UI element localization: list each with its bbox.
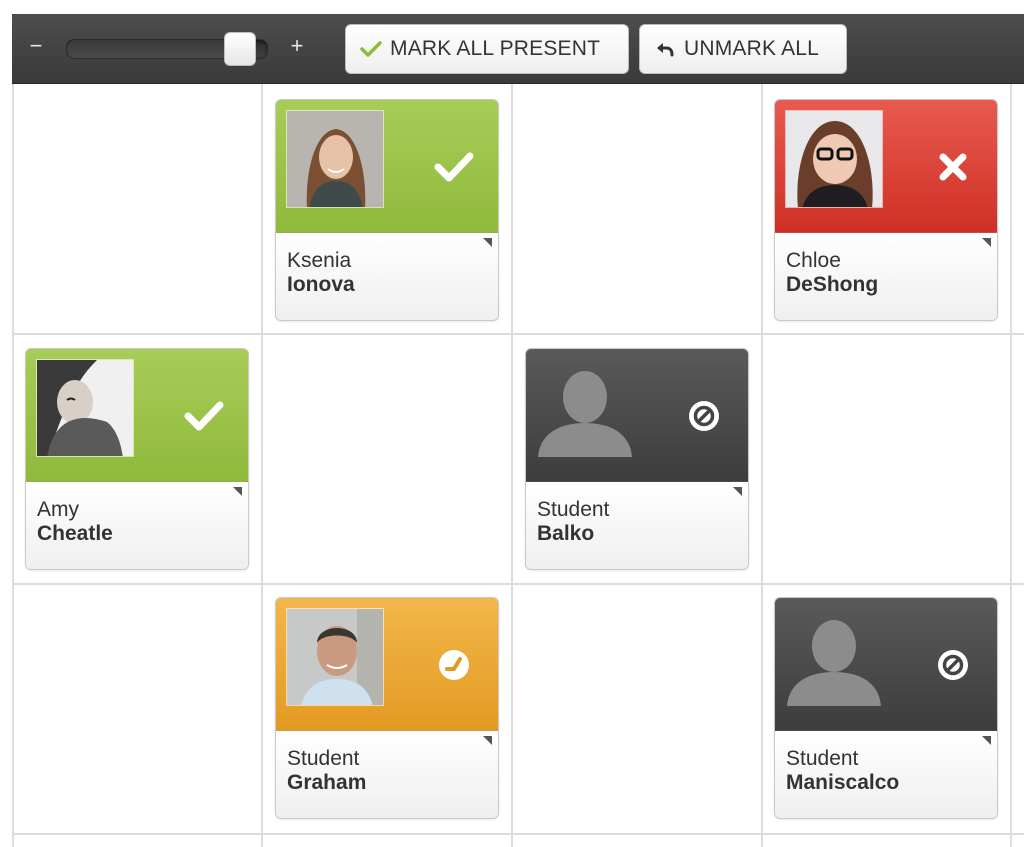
student-first-name: Student	[537, 498, 610, 521]
student-last-name: Balko	[537, 522, 595, 545]
student-photo	[286, 608, 384, 706]
student-first-name: Student	[786, 747, 859, 770]
student-last-name: Cheatle	[37, 522, 113, 545]
card-status-area[interactable]	[26, 349, 248, 482]
corner-flag-icon[interactable]	[483, 736, 492, 745]
student-last-name: DeShong	[786, 273, 879, 296]
student-photo	[36, 359, 134, 457]
card-status-area[interactable]	[526, 349, 748, 482]
student-card-maniscalco[interactable]: Student Maniscalco	[774, 597, 998, 819]
check-icon	[360, 38, 382, 60]
card-status-area[interactable]	[775, 100, 997, 233]
student-card-cheatle[interactable]: Amy Cheatle	[25, 348, 249, 570]
no-entry-icon	[682, 398, 726, 434]
student-first-name: Amy	[37, 498, 79, 521]
unmark-all-label: UNMARK ALL	[684, 37, 820, 60]
corner-flag-icon[interactable]	[982, 736, 991, 745]
student-card-deshong[interactable]: Chloe DeShong	[774, 99, 998, 321]
card-name-area[interactable]: Amy Cheatle	[26, 482, 248, 569]
zoom-out-button[interactable]: −	[26, 34, 46, 58]
unmark-all-button[interactable]: UNMARK ALL	[639, 24, 847, 74]
mark-all-present-button[interactable]: MARK ALL PRESENT	[345, 24, 629, 74]
card-status-area[interactable]	[276, 598, 498, 731]
card-name-area[interactable]: Student Balko	[526, 482, 748, 569]
student-first-name: Ksenia	[287, 249, 352, 272]
card-name-area[interactable]: Student Graham	[276, 731, 498, 818]
corner-flag-icon[interactable]	[982, 238, 991, 247]
undo-arrow-icon	[654, 38, 676, 60]
card-name-area[interactable]: Student Maniscalco	[775, 731, 997, 818]
card-status-area[interactable]	[276, 100, 498, 233]
student-photo	[286, 110, 384, 208]
student-photo	[785, 110, 883, 208]
student-last-name: Graham	[287, 771, 367, 794]
student-card-ionova[interactable]: Ksenia Ionova	[275, 99, 499, 321]
student-last-name: Maniscalco	[786, 771, 900, 794]
corner-flag-icon[interactable]	[483, 238, 492, 247]
seating-grid: Ksenia Ionova Chloe DeShong Amy Cheatle …	[12, 84, 1024, 847]
card-name-area[interactable]: Chloe DeShong	[775, 233, 997, 320]
corner-flag-icon[interactable]	[233, 487, 242, 496]
zoom-in-button[interactable]: +	[287, 34, 307, 58]
corner-flag-icon[interactable]	[733, 487, 742, 496]
no-entry-icon	[931, 647, 975, 683]
silhouette-icon	[785, 608, 883, 706]
x-icon	[931, 149, 975, 185]
student-card-graham[interactable]: Student Graham	[275, 597, 499, 819]
zoom-slider-thumb[interactable]	[224, 32, 257, 66]
clock-icon	[432, 647, 476, 683]
zoom-slider-fill	[67, 40, 242, 58]
student-first-name: Student	[287, 747, 360, 770]
check-icon	[182, 398, 226, 434]
student-first-name: Chloe	[786, 249, 841, 272]
mark-all-present-label: MARK ALL PRESENT	[390, 37, 601, 60]
card-status-area[interactable]	[775, 598, 997, 731]
check-icon	[432, 149, 476, 185]
student-last-name: Ionova	[287, 273, 355, 296]
silhouette-icon	[536, 359, 634, 457]
toolbar: − + MARK ALL PRESENT UNMARK ALL	[12, 14, 1024, 84]
card-name-area[interactable]: Ksenia Ionova	[276, 233, 498, 320]
student-card-balko[interactable]: Student Balko	[525, 348, 749, 570]
